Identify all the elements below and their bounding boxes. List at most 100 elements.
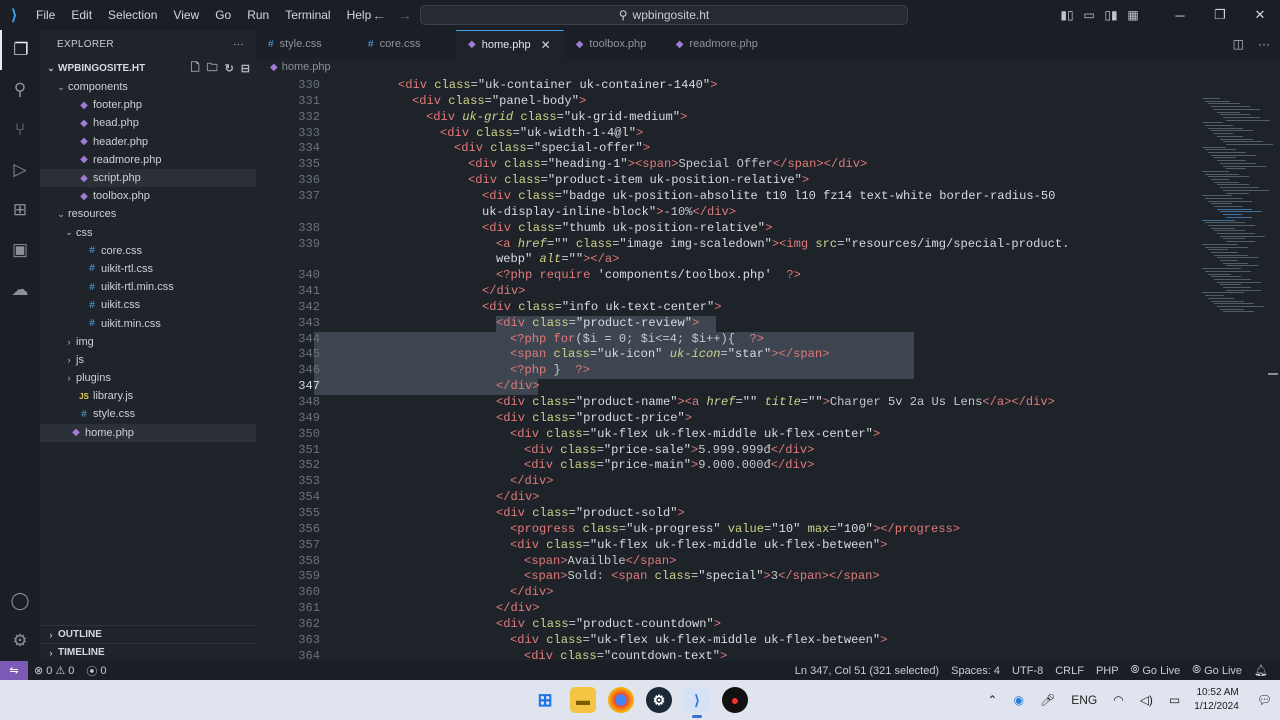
minimap[interactable]	[1196, 78, 1273, 318]
code-line[interactable]: 358 <span>Availble</span>	[256, 554, 1196, 570]
notification-center-icon[interactable]: 💬︎	[1249, 693, 1280, 707]
microphone-icon[interactable]: 🎤︎	[1032, 693, 1063, 707]
forward-arrow-icon[interactable]: →	[398, 7, 412, 23]
language-indicator[interactable]: ENG	[1063, 693, 1105, 707]
new-folder-icon[interactable]: 🗀	[207, 59, 218, 78]
menu-edit[interactable]: Edit	[63, 0, 100, 30]
code-line[interactable]: 336 <div class="product-item uk-position-…	[256, 173, 1196, 189]
battery-icon[interactable]: ▭	[1161, 693, 1188, 707]
new-file-icon[interactable]: 🗋	[191, 59, 200, 78]
code-line[interactable]: 344 <?php for($i = 0; $i<=4; $i++){ ?>	[256, 332, 1196, 348]
recorder-icon[interactable]: ●	[722, 687, 748, 713]
code-line[interactable]: 353 </div>	[256, 474, 1196, 490]
tree-file[interactable]: ◆ toolbox.php	[40, 187, 256, 205]
menu-go[interactable]: Go	[207, 0, 239, 30]
code-line[interactable]: 333 <div class="uk-width-1-4@l">	[256, 126, 1196, 142]
code-line[interactable]: uk-display-inline-block">-10%</div>	[256, 205, 1196, 221]
windows-start-icon[interactable]: ⊞	[532, 687, 558, 713]
code-line[interactable]: 334 <div class="special-offer">	[256, 141, 1196, 157]
editor-tab[interactable]: ◆ home.php ✕	[456, 30, 564, 58]
tree-file[interactable]: # uikit.min.css	[40, 314, 256, 332]
go-live-button-2[interactable]: ⦾ Go Live	[1186, 664, 1248, 677]
code-line[interactable]: 345 <span class="uk-icon" uk-icon="star">…	[256, 347, 1196, 363]
menu-selection[interactable]: Selection	[100, 0, 165, 30]
tree-file[interactable]: # style.css	[40, 405, 256, 423]
vertical-scrollbar[interactable]	[1266, 78, 1280, 661]
tree-file[interactable]: ◆ home.php	[40, 423, 256, 442]
go-live-button[interactable]: ⦾ Go Live	[1125, 664, 1187, 677]
code-line[interactable]: 354 </div>	[256, 490, 1196, 506]
split-editor-icon[interactable]: ◫	[1233, 37, 1244, 51]
tree-file[interactable]: ◆ header.php	[40, 133, 256, 151]
more-actions-icon[interactable]: ···	[233, 39, 244, 50]
back-arrow-icon[interactable]: ←	[372, 7, 386, 23]
chrome-icon[interactable]	[608, 687, 634, 713]
code-line[interactable]: 360 </div>	[256, 585, 1196, 601]
code-line[interactable]: 339 <a href="" class="image img-scaledown…	[256, 237, 1196, 253]
wifi-icon[interactable]: ◠	[1105, 693, 1131, 707]
tab-close-icon[interactable]: ✕	[541, 38, 551, 52]
code-line[interactable]: 341 </div>	[256, 284, 1196, 300]
notifications-bell-icon[interactable]: 🔔︎	[1248, 664, 1274, 677]
tree-folder[interactable]: ⌄ resources	[40, 205, 256, 223]
code-line[interactable]: 343 <div class="product-review">	[256, 316, 1196, 332]
code-line[interactable]: 338 <div class="thumb uk-position-relativ…	[256, 221, 1196, 237]
indentation[interactable]: Spaces: 4	[945, 665, 1006, 677]
minimize-icon[interactable]: ─	[1160, 0, 1200, 30]
code-editor[interactable]: 330 <div class="uk-container uk-container…	[256, 78, 1196, 661]
tree-folder[interactable]: › img	[40, 333, 256, 351]
explorer-icon[interactable]: ❐	[0, 30, 40, 70]
editor-tab[interactable]: # style.css	[256, 30, 356, 58]
breadcrumb[interactable]: ◆ home.php	[256, 58, 1280, 76]
tree-file[interactable]: ◆ footer.php	[40, 96, 256, 114]
tree-file[interactable]: # core.css	[40, 242, 256, 260]
tree-folder[interactable]: ⌄ css	[40, 224, 256, 242]
language-mode[interactable]: PHP	[1090, 665, 1125, 677]
accounts-icon[interactable]: ◯	[0, 581, 40, 621]
code-line[interactable]: 335 <div class="heading-1"><span>Special …	[256, 157, 1196, 173]
code-line[interactable]: 332 <div uk-grid class="uk-grid-medium">	[256, 110, 1196, 126]
end-of-line[interactable]: CRLF	[1049, 665, 1090, 677]
code-line[interactable]: 330 <div class="uk-container uk-container…	[256, 78, 1196, 94]
editor-more-actions-icon[interactable]: ···	[1258, 37, 1270, 51]
code-line[interactable]: 355 <div class="product-sold">	[256, 506, 1196, 522]
tray-app-icon[interactable]: ◉	[1005, 693, 1031, 707]
code-line[interactable]: 352 <div class="price-main">9.000.000đ</d…	[256, 458, 1196, 474]
customize-layout-icon[interactable]: ▦	[1122, 0, 1144, 30]
docker-icon[interactable]: ☁	[0, 270, 40, 310]
encoding[interactable]: UTF-8	[1006, 665, 1049, 677]
code-line[interactable]: 362 <div class="product-countdown">	[256, 617, 1196, 633]
workspace-folder[interactable]: ⌄ WPBINGOSITE.HT 🗋 🗀 ↻ ⊟	[40, 58, 256, 78]
editor-tab[interactable]: ◆ readmore.php	[664, 30, 771, 58]
tree-folder[interactable]: ⌄ components	[40, 78, 256, 96]
editor-tab[interactable]: ◆ toolbox.php	[564, 30, 664, 58]
editor-tab[interactable]: # core.css	[356, 30, 456, 58]
code-line[interactable]: 337 <div class="badge uk-position-absolit…	[256, 189, 1196, 205]
code-line[interactable]: webp" alt=""></a>	[256, 252, 1196, 268]
code-line[interactable]: 351 <div class="price-sale">5.999.999đ</d…	[256, 443, 1196, 459]
cursor-position[interactable]: Ln 347, Col 51 (321 selected)	[789, 665, 945, 677]
refresh-icon[interactable]: ↻	[225, 62, 234, 75]
tree-file[interactable]: ◆ script.php	[40, 168, 256, 188]
tree-file[interactable]: ◆ readmore.php	[40, 151, 256, 169]
tree-file[interactable]: # uikit.css	[40, 296, 256, 314]
code-line[interactable]: 364 <div class="countdown-text">	[256, 649, 1196, 661]
steam-icon[interactable]: ⚙	[646, 687, 672, 713]
extensions-icon[interactable]: ⊞	[0, 190, 40, 230]
collapse-all-icon[interactable]: ⊟	[241, 62, 250, 75]
toggle-secondary-sidebar-icon[interactable]: ▯▮	[1100, 0, 1122, 30]
remote-indicator-icon[interactable]: ⇋	[0, 661, 28, 680]
code-line[interactable]: 363 <div class="uk-flex uk-flex-middle uk…	[256, 633, 1196, 649]
toggle-primary-sidebar-icon[interactable]: ▮▯	[1056, 0, 1078, 30]
file-explorer-icon[interactable]: ▬	[570, 687, 596, 713]
code-line[interactable]: 348 <div class="product-name"><a href="" …	[256, 395, 1196, 411]
code-line[interactable]: 346 <?php } ?>	[256, 363, 1196, 379]
vscode-taskbar-icon[interactable]: ⟩	[684, 687, 710, 718]
run-debug-icon[interactable]: ▷	[0, 150, 40, 190]
menu-view[interactable]: View	[165, 0, 207, 30]
problems-indicator[interactable]: ⊗ 0 ⚠ 0	[28, 664, 80, 678]
volume-icon[interactable]: ◁)	[1132, 693, 1161, 707]
outline-section[interactable]: › OUTLINE	[40, 625, 256, 643]
code-line[interactable]: 359 <span>Sold: <span class="special">3</…	[256, 569, 1196, 585]
restore-icon[interactable]: ❐	[1200, 0, 1240, 30]
